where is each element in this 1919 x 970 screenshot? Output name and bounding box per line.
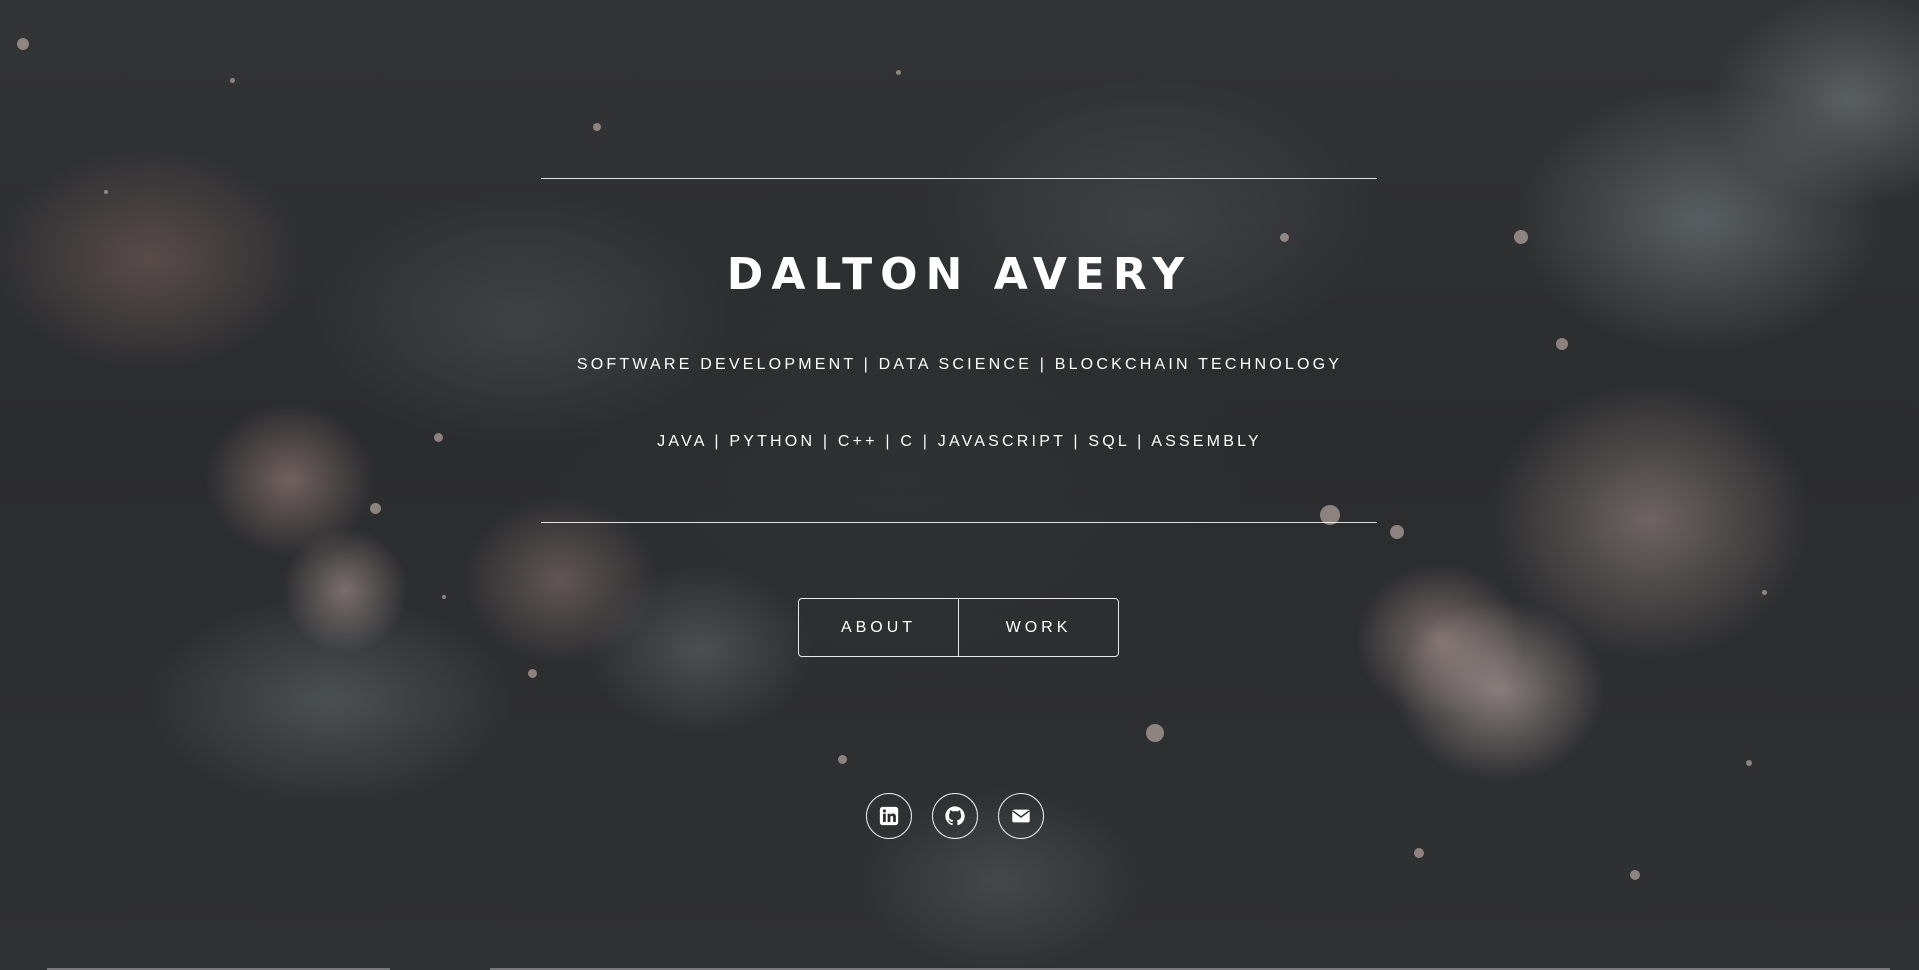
social-links <box>866 793 1044 839</box>
envelope-icon <box>1012 809 1030 823</box>
languages-list: JAVA | PYTHON | C++ | C | JAVASCRIPT | S… <box>657 433 1262 450</box>
github-link[interactable] <box>932 793 978 839</box>
tagline: SOFTWARE DEVELOPMENT | DATA SCIENCE | BL… <box>576 356 1343 373</box>
work-button[interactable]: WORK <box>958 599 1118 656</box>
linkedin-link[interactable] <box>866 793 912 839</box>
about-button[interactable]: ABOUT <box>799 599 958 656</box>
hero-section: DALTON AVERY SOFTWARE DEVELOPMENT | DATA… <box>0 0 1919 970</box>
email-link[interactable] <box>998 793 1044 839</box>
main-nav: ABOUT WORK <box>798 598 1119 657</box>
page-title: DALTON AVERY <box>726 249 1193 300</box>
bottom-divider <box>541 522 1377 523</box>
linkedin-icon <box>879 806 899 826</box>
top-divider <box>541 178 1377 179</box>
github-icon <box>945 806 965 826</box>
